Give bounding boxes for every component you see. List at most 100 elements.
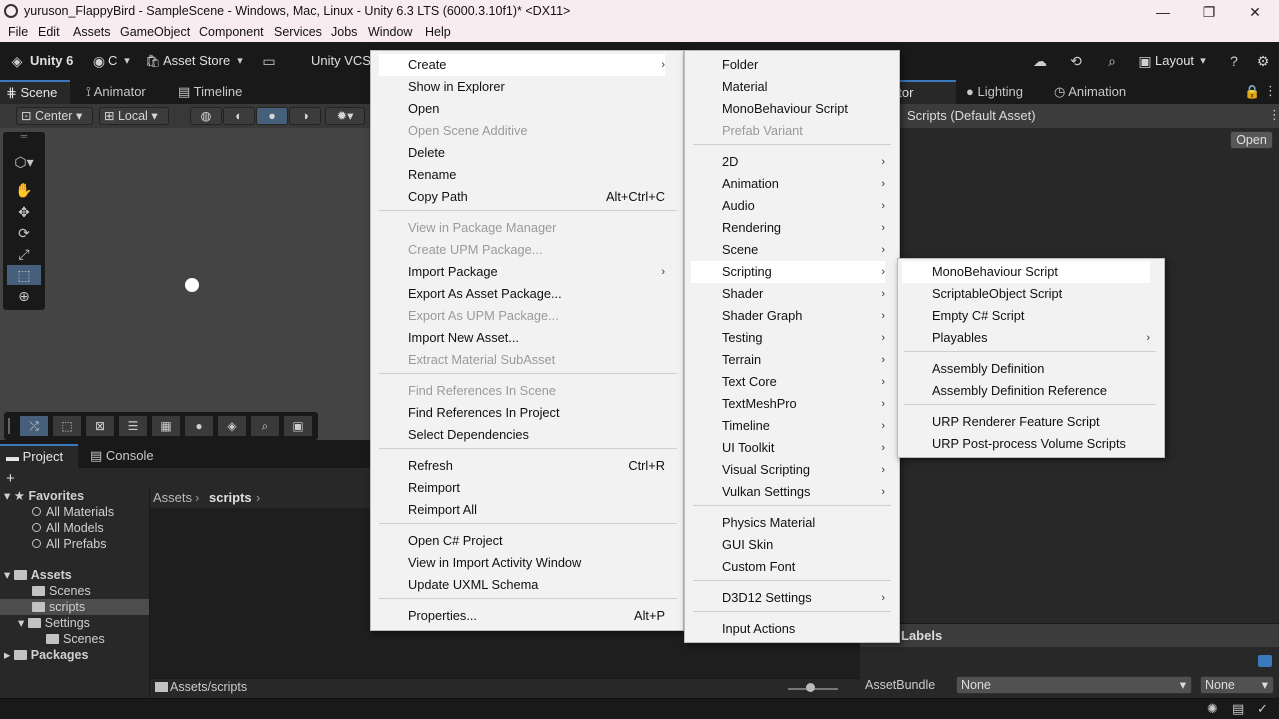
- layout-dropdown[interactable]: Layout: [1155, 53, 1194, 68]
- debug-dropdown[interactable]: ✹▾: [325, 107, 365, 125]
- create-item-input-actions[interactable]: Input Actions: [722, 618, 885, 640]
- lock-icon[interactable]: 🔒: [1244, 84, 1260, 100]
- wireframe-toggle[interactable]: ◍: [190, 107, 222, 125]
- menu-component[interactable]: Component: [199, 25, 264, 39]
- menu-assets[interactable]: Assets: [73, 25, 111, 39]
- tab-animation[interactable]: ◷ Animation: [1048, 80, 1138, 104]
- space-dropdown[interactable]: ⊞ Local ▾: [99, 107, 169, 125]
- scripting-item-urp-post-process-volume-scripts[interactable]: URP Post-process Volume Scripts: [932, 433, 1150, 455]
- overlay-btn-1[interactable]: ⤮: [20, 416, 48, 436]
- create-item-custom-font[interactable]: Custom Font: [722, 556, 885, 578]
- create-item-testing[interactable]: Testing ›: [722, 327, 885, 349]
- context-item-delete[interactable]: Delete: [408, 142, 665, 164]
- create-item-audio[interactable]: Audio ›: [722, 195, 885, 217]
- overlay-btn-8[interactable]: ⌕: [251, 416, 279, 436]
- tree-scenes[interactable]: Scenes: [32, 583, 91, 599]
- context-item-properties[interactable]: Properties... Alt+P: [408, 605, 665, 627]
- rect-tool[interactable]: ⬚: [7, 265, 41, 285]
- menu-jobs[interactable]: Jobs: [331, 25, 357, 39]
- context-item-view-in-import-activity-window[interactable]: View in Import Activity Window: [408, 552, 665, 574]
- context-item-import-package[interactable]: Import Package ›: [408, 261, 665, 283]
- overlay-btn-2[interactable]: ⬚: [53, 416, 81, 436]
- scripting-item-assembly-definition-reference[interactable]: Assembly Definition Reference: [932, 380, 1150, 402]
- create-item-animation[interactable]: Animation ›: [722, 173, 885, 195]
- close-button[interactable]: ✕: [1243, 2, 1267, 22]
- create-item-2d[interactable]: 2D ›: [722, 151, 885, 173]
- tree-settings-scenes[interactable]: Scenes: [46, 631, 105, 647]
- tree-assets[interactable]: ▾ Assets: [4, 567, 72, 583]
- add-asset-button[interactable]: +: [6, 470, 15, 487]
- create-item-timeline[interactable]: Timeline ›: [722, 415, 885, 437]
- overlay-btn-4[interactable]: ☰: [119, 416, 147, 436]
- settings-icon[interactable]: ⚙: [1255, 53, 1271, 69]
- context-item-update-uxml-schema[interactable]: Update UXML Schema: [408, 574, 665, 596]
- tab-lighting[interactable]: ● Lighting: [960, 80, 1042, 104]
- context-item-select-dependencies[interactable]: Select Dependencies: [408, 424, 665, 446]
- check-icon[interactable]: ✓: [1257, 701, 1268, 717]
- create-item-physics-material[interactable]: Physics Material: [722, 512, 885, 534]
- hand-tool[interactable]: ✋: [7, 180, 41, 200]
- shaded-toggle[interactable]: ◐: [223, 107, 255, 125]
- tree-packages[interactable]: ▸ Packages: [4, 647, 88, 663]
- context-item-export-as-asset-package[interactable]: Export As Asset Package...: [408, 283, 665, 305]
- tree-all-materials[interactable]: All Materials: [32, 504, 114, 520]
- move-tool[interactable]: ✥: [7, 202, 41, 222]
- tab-console[interactable]: ▤ Console: [84, 444, 164, 468]
- rotate-tool[interactable]: ⟳: [7, 223, 41, 243]
- scale-tool[interactable]: ⤢: [7, 244, 41, 264]
- tab-scene[interactable]: ⋕ Scene: [0, 80, 70, 104]
- history-icon[interactable]: ⟲: [1068, 53, 1084, 69]
- tab-animator[interactable]: ⟟ Animator: [80, 80, 170, 104]
- menu-gameobject[interactable]: GameObject: [120, 25, 190, 39]
- menu-edit[interactable]: Edit: [38, 25, 60, 39]
- cache-icon[interactable]: ▤: [1232, 701, 1244, 717]
- variant-dropdown[interactable]: None ▾: [1200, 676, 1274, 694]
- create-item-terrain[interactable]: Terrain ›: [722, 349, 885, 371]
- scripting-item-monobehaviour-script[interactable]: MonoBehaviour Script: [902, 261, 1150, 283]
- tree-settings[interactable]: ▾ Settings: [18, 615, 90, 631]
- tab-timeline[interactable]: ▤ Timeline: [172, 80, 262, 104]
- more-options-icon[interactable]: ⋮: [1268, 107, 1279, 123]
- context-item-create[interactable]: Create ›: [379, 54, 665, 76]
- more-options-icon[interactable]: ⋮: [1264, 83, 1277, 99]
- context-item-open-c-project[interactable]: Open C# Project: [408, 530, 665, 552]
- scripting-item-urp-renderer-feature-script[interactable]: URP Renderer Feature Script: [932, 411, 1150, 433]
- search-icon[interactable]: ⌕: [1104, 53, 1120, 69]
- create-item-vulkan-settings[interactable]: Vulkan Settings ›: [722, 481, 885, 503]
- context-item-reimport-all[interactable]: Reimport All: [408, 499, 665, 521]
- scripting-item-assembly-definition[interactable]: Assembly Definition: [932, 358, 1150, 380]
- tree-favorites[interactable]: ▾ ★ Favorites: [4, 488, 84, 504]
- overlay-btn-5[interactable]: ▦: [152, 416, 180, 436]
- overlay-btn-7[interactable]: ◈: [218, 416, 246, 436]
- breadcrumb-assets[interactable]: Assets: [153, 490, 192, 505]
- create-item-rendering[interactable]: Rendering ›: [722, 217, 885, 239]
- scene-view[interactable]: [0, 128, 370, 440]
- menu-window[interactable]: Window: [368, 25, 412, 39]
- create-item-monobehaviour-script[interactable]: MonoBehaviour Script: [722, 98, 885, 120]
- create-item-textmeshpro[interactable]: TextMeshPro ›: [722, 393, 885, 415]
- overlay-btn-3[interactable]: ⊠: [86, 416, 114, 436]
- lit-toggle[interactable]: ●: [256, 107, 288, 125]
- context-item-rename[interactable]: Rename: [408, 164, 665, 186]
- overlay-btn-9[interactable]: ▣: [284, 416, 312, 436]
- create-item-shader[interactable]: Shader ›: [722, 283, 885, 305]
- scripting-item-scriptableobject-script[interactable]: ScriptableObject Script: [932, 283, 1150, 305]
- assetbundle-dropdown[interactable]: None ▾: [956, 676, 1192, 694]
- create-item-d3d12-settings[interactable]: D3D12 Settings ›: [722, 587, 885, 609]
- maximize-button[interactable]: ❐: [1197, 2, 1221, 22]
- context-item-refresh[interactable]: Refresh Ctrl+R: [408, 455, 665, 477]
- menu-services[interactable]: Services: [274, 25, 322, 39]
- scripting-item-empty-c-script[interactable]: Empty C# Script: [932, 305, 1150, 327]
- create-item-scene[interactable]: Scene ›: [722, 239, 885, 261]
- asset-store-button[interactable]: Asset Store: [163, 53, 230, 68]
- palette-grip[interactable]: ═: [7, 132, 41, 141]
- label-tag-icon[interactable]: [1258, 655, 1272, 667]
- create-item-gui-skin[interactable]: GUI Skin: [722, 534, 885, 556]
- transform-tool[interactable]: ⊕: [7, 286, 41, 306]
- context-item-show-in-explorer[interactable]: Show in Explorer: [408, 76, 665, 98]
- orientation-dropdown[interactable]: ⬡▾: [7, 152, 41, 172]
- create-item-text-core[interactable]: Text Core ›: [722, 371, 885, 393]
- context-item-import-new-asset[interactable]: Import New Asset...: [408, 327, 665, 349]
- menu-file[interactable]: File: [8, 25, 28, 39]
- breadcrumb-scripts[interactable]: scripts: [209, 490, 252, 505]
